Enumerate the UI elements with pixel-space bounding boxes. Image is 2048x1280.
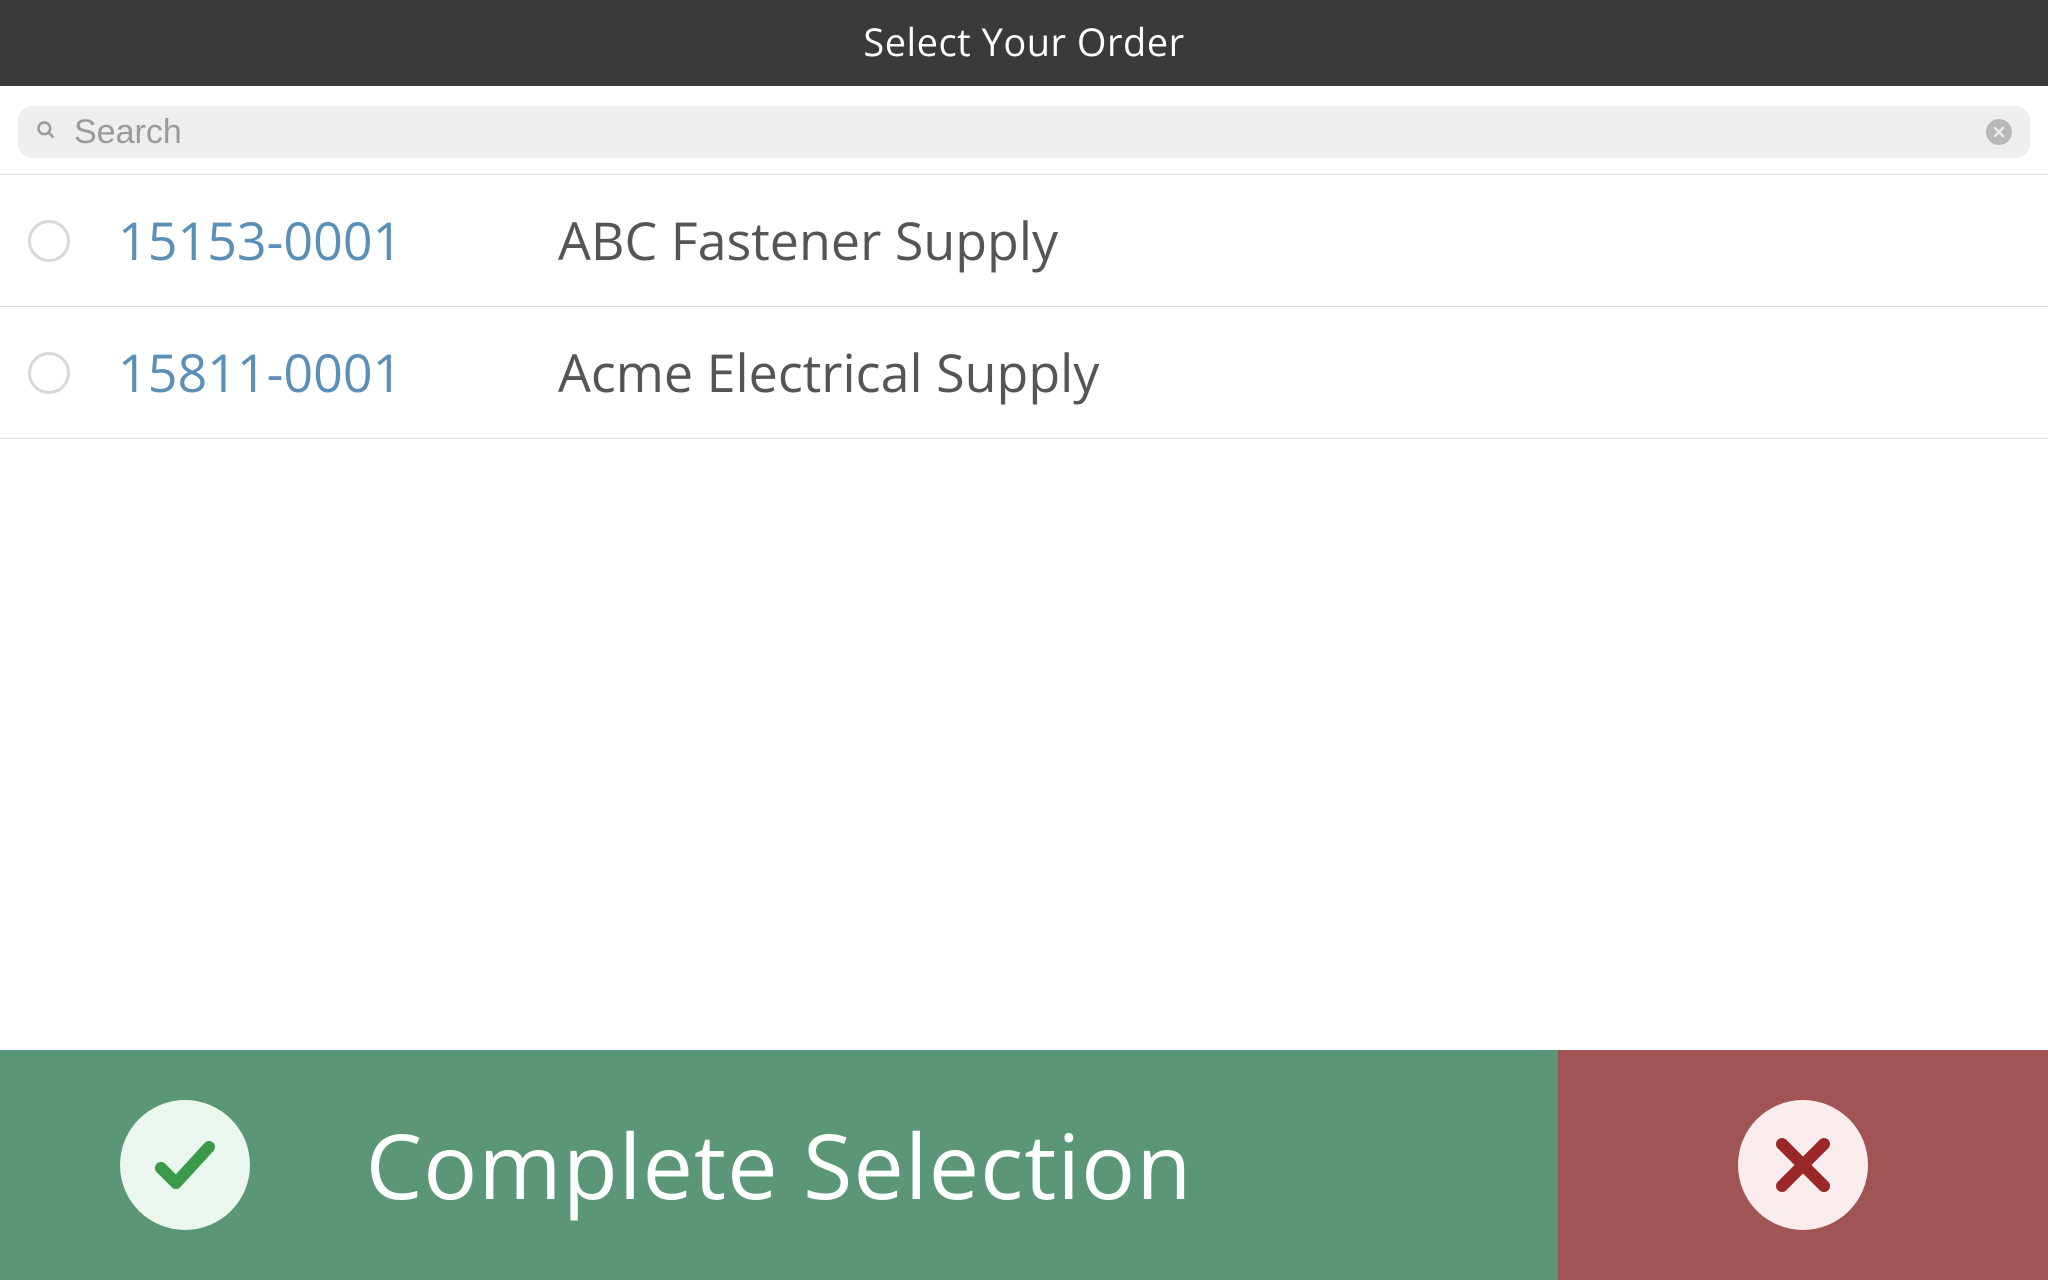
order-number: 15811-0001: [118, 337, 558, 408]
order-number: 15153-0001: [118, 205, 558, 276]
clear-search-icon[interactable]: [1986, 119, 2012, 145]
radio-button[interactable]: [28, 220, 70, 262]
radio-button[interactable]: [28, 352, 70, 394]
order-name: Acme Electrical Supply: [558, 337, 1099, 408]
order-row[interactable]: 15153-0001 ABC Fastener Supply: [0, 175, 2048, 307]
search-icon: [36, 119, 56, 146]
search-input[interactable]: [74, 113, 1986, 152]
search-container: [0, 86, 2048, 175]
order-row[interactable]: 15811-0001 Acme Electrical Supply: [0, 307, 2048, 439]
cancel-button[interactable]: [1558, 1050, 2048, 1280]
search-bar[interactable]: [18, 106, 2030, 158]
check-icon: [120, 1100, 250, 1230]
complete-selection-button[interactable]: Complete Selection: [0, 1050, 1558, 1280]
close-icon: [1738, 1100, 1868, 1230]
page-title: Select Your Order: [0, 0, 2048, 86]
order-list: 15153-0001 ABC Fastener Supply 15811-000…: [0, 175, 2048, 1050]
complete-selection-label: Complete Selection: [366, 1104, 1193, 1226]
order-name: ABC Fastener Supply: [558, 205, 1058, 276]
footer: Complete Selection: [0, 1050, 2048, 1280]
